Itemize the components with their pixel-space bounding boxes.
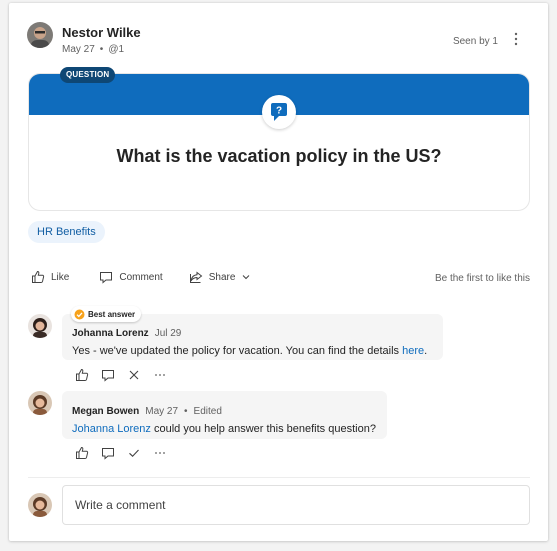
reply-author[interactable]: Johanna Lorenz (72, 328, 149, 339)
unmark-best-answer-icon[interactable] (127, 368, 141, 382)
reply-avatar-megan[interactable] (28, 391, 52, 415)
comment-input[interactable]: Write a comment (62, 485, 530, 525)
reply-text: Yes - we've updated the policy for vacat… (72, 345, 443, 357)
conversation-card: Nestor Wilke May 27 • @1 Seen by 1 ? What … (9, 3, 548, 541)
reply-actions-2 (75, 446, 179, 460)
question-title: What is the vacation policy in the US? (116, 146, 442, 166)
share-button[interactable]: Share (189, 270, 252, 284)
question-icon: ? (262, 95, 296, 129)
reply-text-body: Yes - we've updated the policy for vacat… (72, 345, 403, 357)
author-name[interactable]: Nestor Wilke (62, 25, 141, 40)
like-icon[interactable] (75, 446, 89, 460)
svg-text:?: ? (276, 106, 282, 117)
mention-link[interactable]: Johanna Lorenz (72, 423, 151, 435)
comment-button[interactable]: Comment (99, 270, 163, 284)
seen-by[interactable]: Seen by 1 (453, 36, 498, 47)
current-user-avatar (28, 493, 52, 517)
more-options-icon[interactable] (508, 30, 524, 48)
reply-text-end: . (424, 345, 428, 357)
edited-label: Edited (193, 406, 222, 417)
divider (28, 477, 530, 478)
reply-bubble: Megan Bowen May 27 • Edited Johanna Lorenz … (62, 391, 387, 439)
question-badge: QUESTION (60, 67, 116, 83)
like-label: Like (51, 271, 70, 283)
post-meta: May 27 • @1 (62, 44, 124, 55)
like-button[interactable]: Like (31, 270, 69, 284)
reply-icon[interactable] (101, 368, 115, 382)
reply-actions-1 (75, 368, 179, 382)
comment-icon (100, 272, 113, 284)
mark-best-answer-icon[interactable] (127, 446, 141, 460)
reply-author[interactable]: Megan Bowen (72, 406, 139, 417)
reply-avatar-johanna[interactable] (28, 314, 52, 338)
reply-text: Johanna Lorenz could you help answer thi… (72, 423, 387, 435)
reply-icon[interactable] (101, 446, 115, 460)
share-icon (189, 271, 203, 283)
meta-separator: • (184, 406, 188, 417)
post-date[interactable]: May 27 (62, 44, 95, 55)
share-label: Share (208, 271, 236, 283)
reply-text-body: could you help answer this benefits ques… (150, 423, 376, 435)
post-mention-count: @1 (108, 44, 125, 55)
details-link[interactable]: here (402, 345, 424, 357)
author-avatar[interactable] (27, 22, 53, 48)
more-icon[interactable] (153, 446, 167, 460)
reply-time[interactable]: Jul 29 (155, 328, 182, 339)
meta-separator: • (99, 44, 104, 55)
best-answer-badge: Best answer (71, 306, 142, 322)
best-answer-label: Best answer (88, 309, 136, 319)
best-answer-icon (74, 309, 85, 319)
topic-pill[interactable]: HR Benefits (28, 221, 105, 243)
like-icon[interactable] (75, 368, 89, 382)
reply-time[interactable]: May 27 (145, 406, 178, 417)
post-actions: Like Comment Share (31, 269, 277, 285)
like-icon (32, 270, 45, 283)
more-icon[interactable] (153, 368, 167, 382)
first-like-text: Be the first to like this (434, 273, 530, 284)
comment-label: Comment (119, 271, 163, 283)
question-card: ? What is the vacation policy in the US? (28, 73, 530, 211)
chevron-down-icon (243, 275, 250, 280)
